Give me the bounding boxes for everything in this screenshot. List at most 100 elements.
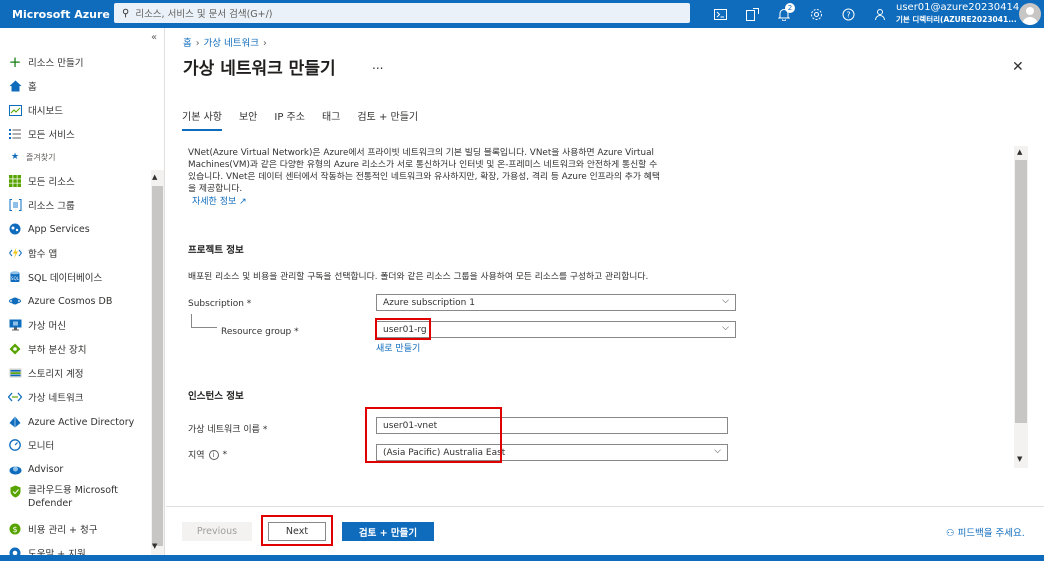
sidebar-item-label-line2: Defender <box>28 498 73 509</box>
feedback-link[interactable]: ⚇ 피드백을 주세요. <box>946 525 1025 539</box>
tab-review-create[interactable]: 검토 + 만들기 <box>357 108 418 131</box>
tab-ip-addresses[interactable]: IP 주소 <box>274 108 305 131</box>
sidebar-item-label: 스토리지 계정 <box>28 369 84 380</box>
breadcrumb-separator-icon: › <box>263 38 267 49</box>
sidebar-item-advisor[interactable]: Advisor <box>8 460 63 478</box>
learn-more-link[interactable]: 자세한 정보 ↗ <box>192 194 247 207</box>
description-line: 을 제공합니다. <box>188 184 243 194</box>
monitor-icon <box>8 438 22 452</box>
sidebar-item-label: 함수 앱 <box>28 249 58 260</box>
breadcrumb-separator-icon: › <box>195 38 200 49</box>
sidebar-item-app-services[interactable]: App Services <box>8 220 90 238</box>
feedback-icon[interactable] <box>864 0 896 28</box>
advisor-icon <box>8 462 22 476</box>
account-directory: 기본 디렉터리(AZURE2023041... <box>896 15 1017 24</box>
more-options-button[interactable]: ... <box>372 58 383 72</box>
sidebar-scroll-down-icon[interactable]: ▼ <box>152 542 157 550</box>
sql-icon: SQL <box>8 270 22 284</box>
gear-icon[interactable] <box>800 0 832 28</box>
grid-icon <box>8 174 22 188</box>
cosmos-icon <box>8 294 22 308</box>
sidebar-item-storage-accounts[interactable]: 스토리지 계정 <box>8 364 83 382</box>
svg-text:?: ? <box>846 10 850 19</box>
sidebar-item-active-directory[interactable]: Azure Active Directory <box>8 413 134 431</box>
sidebar-item-home[interactable]: 홈 <box>8 77 37 95</box>
sidebar-scroll-up-icon[interactable]: ▲ <box>152 173 157 181</box>
breadcrumb-virtual-network[interactable]: 가상 네트워크 <box>204 38 259 49</box>
brand-logo[interactable]: Microsoft Azure <box>0 8 112 21</box>
sidebar-item-virtual-machines[interactable]: 가상 머신 <box>8 316 66 334</box>
app-services-icon <box>8 222 22 236</box>
subscription-value: Azure subscription 1 <box>383 297 475 308</box>
sidebar-item-cosmos-db[interactable]: Azure Cosmos DB <box>8 292 112 310</box>
help-icon[interactable]: ? <box>832 0 864 28</box>
sidebar-item-sql-databases[interactable]: SQL SQL 데이터베이스 <box>8 268 102 286</box>
sidebar-item-virtual-networks[interactable]: 가상 네트워크 <box>8 388 83 406</box>
cost-icon: $ <box>8 522 22 536</box>
sidebar-item-label: App Services <box>28 223 90 235</box>
sidebar-item-defender[interactable]: 클라우드용 Microsoft Defender <box>8 484 118 512</box>
sidebar-item-all-resources[interactable]: 모든 리소스 <box>8 172 75 190</box>
sidebar-item-label: 클라우드용 Microsoft <box>28 485 118 496</box>
sidebar-item-label: Azure Cosmos DB <box>28 295 113 307</box>
aad-icon <box>8 415 22 429</box>
next-button[interactable]: Next <box>268 522 326 541</box>
close-icon[interactable]: ✕ <box>1012 59 1024 75</box>
account-user: user01@azure20230414... <box>896 2 1029 13</box>
avatar[interactable] <box>1019 3 1041 25</box>
global-search-input[interactable]: ⚲ 리소스, 서비스 및 문서 검색(G+/) <box>114 3 690 23</box>
home-icon <box>8 79 22 93</box>
region-label: 지역 <box>188 451 205 461</box>
dashboard-icon <box>8 103 22 117</box>
vnet-icon <box>8 390 22 404</box>
tab-strip: 기본 사항 보안 IP 주소 태그 검토 + 만들기 <box>182 108 435 131</box>
cloud-shell-icon[interactable] <box>704 0 736 28</box>
content-scroll-down-icon[interactable]: ▼ <box>1017 455 1022 463</box>
description-text: VNet(Azure Virtual Network)은 Azure에서 프라이… <box>188 147 736 195</box>
sidebar-scrollbar-thumb[interactable] <box>152 186 163 546</box>
description-line: VNet(Azure Virtual Network)은 Azure에서 프라이… <box>188 148 654 158</box>
description-line: 있습니다. VNet은 데이터 센터에서 작동하는 전통적인 네트워크와 유사하… <box>188 172 660 182</box>
project-details-description: 배포된 리소스 및 비용을 관리할 구독을 선택합니다. 폴더와 같은 리소스 … <box>188 272 649 282</box>
vm-icon <box>8 318 22 332</box>
sidebar-item-function-apps[interactable]: 함수 앱 <box>8 244 57 262</box>
svg-text:SQL: SQL <box>11 276 20 281</box>
sidebar-item-label: SQL 데이터베이스 <box>28 273 103 284</box>
bell-icon[interactable]: 2 <box>768 0 800 28</box>
info-icon[interactable]: i <box>208 449 219 460</box>
main-panel: 홈 › 가상 네트워크 › 가상 네트워크 만들기 ... ✕ 기본 사항 보안 IP… <box>166 28 1044 561</box>
favorites-label: 즐겨찾기 <box>26 152 56 162</box>
sidebar-item-dashboard[interactable]: 대시보드 <box>8 101 63 119</box>
top-bar: Microsoft Azure ⚲ 리소스, 서비스 및 문서 검색(G+/) … <box>0 0 1044 28</box>
sidebar-item-defender-text: 클라우드용 Microsoft Defender <box>28 484 118 510</box>
sidebar-item-resource-groups[interactable]: 리소스 그룹 <box>8 196 75 214</box>
subscription-select[interactable]: Azure subscription 1 ⌵ <box>376 294 736 311</box>
sidebar-item-load-balancers[interactable]: 부하 분산 장치 <box>8 340 86 358</box>
sidebar-item-label: 홈 <box>28 82 37 93</box>
content-scrollbar-thumb[interactable] <box>1015 160 1027 423</box>
subscription-label: Subscription * <box>188 299 252 309</box>
sidebar-item-cost-management[interactable]: $ 비용 관리 + 청구 <box>8 520 97 538</box>
sidebar-item-monitor[interactable]: 모니터 <box>8 436 54 454</box>
content-scroll-up-icon[interactable]: ▲ <box>1017 148 1022 156</box>
account-menu[interactable]: user01@azure20230414... 기본 디렉터리(AZURE202… <box>896 2 1029 26</box>
tab-security[interactable]: 보안 <box>239 108 257 131</box>
breadcrumb-home[interactable]: 홈 <box>183 38 192 49</box>
tab-tags[interactable]: 태그 <box>322 108 340 131</box>
tree-connector <box>191 314 192 328</box>
sidebar-item-create-resource[interactable]: + 리소스 만들기 <box>8 53 84 71</box>
project-details-heading: 프로젝트 정보 <box>188 245 244 256</box>
region-required-marker: * <box>222 449 228 460</box>
form-content: VNet(Azure Virtual Network)은 Azure에서 프라이… <box>166 136 1028 526</box>
sidebar-item-label: 모든 서비스 <box>28 130 75 141</box>
sidebar-item-label: 부하 분산 장치 <box>28 345 87 356</box>
sidebar-collapse-button[interactable]: « <box>151 32 157 43</box>
review-create-button[interactable]: 검토 + 만들기 <box>342 522 434 541</box>
storage-icon <box>8 366 22 380</box>
sidebar: « + 리소스 만들기 홈 대시보드 모든 서비스 ★ 즐겨찾기 모든 리소스 <box>0 28 165 561</box>
tab-basics[interactable]: 기본 사항 <box>182 108 222 131</box>
directory-filter-icon[interactable] <box>736 0 768 28</box>
create-new-resource-group-link[interactable]: 새로 만들기 <box>376 341 420 354</box>
sidebar-item-all-services[interactable]: 모든 서비스 <box>8 125 75 143</box>
previous-button[interactable]: Previous <box>182 522 252 541</box>
